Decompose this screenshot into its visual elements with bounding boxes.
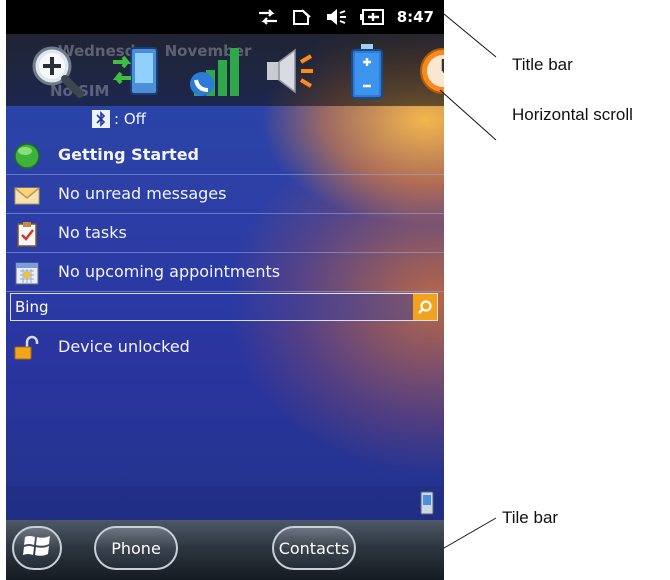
callout-lines [439,13,497,549]
title-bar-callout: Title bar [512,55,573,74]
tile-bar-callout: Tile bar [502,508,559,527]
horizontal-scroll-callout: Horizontal scroll [512,105,633,124]
